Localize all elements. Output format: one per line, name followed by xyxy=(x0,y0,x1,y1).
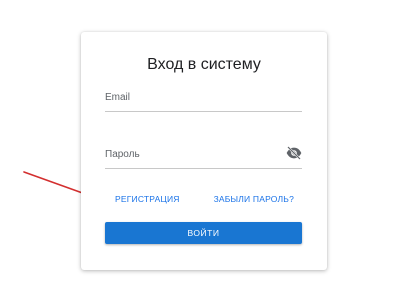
login-card: Вход в систему РЕГИСТРАЦИЯ ЗАБЫЛИ ПАРОЛЬ… xyxy=(81,32,327,270)
password-field-container xyxy=(105,142,302,169)
password-field[interactable] xyxy=(105,142,302,166)
email-field[interactable] xyxy=(105,85,302,109)
email-field-container xyxy=(105,85,302,112)
page: Вход в систему РЕГИСТРАЦИЯ ЗАБЫЛИ ПАРОЛЬ… xyxy=(0,0,400,300)
forgot-password-link[interactable]: ЗАБЫЛИ ПАРОЛЬ? xyxy=(214,194,294,204)
register-link[interactable]: РЕГИСТРАЦИЯ xyxy=(115,194,180,204)
auth-links: РЕГИСТРАЦИЯ ЗАБЫЛИ ПАРОЛЬ? xyxy=(105,194,302,208)
login-title: Вход в систему xyxy=(147,56,261,73)
eye-off-icon[interactable] xyxy=(286,146,302,160)
login-button[interactable]: ВОЙТИ xyxy=(105,222,302,244)
